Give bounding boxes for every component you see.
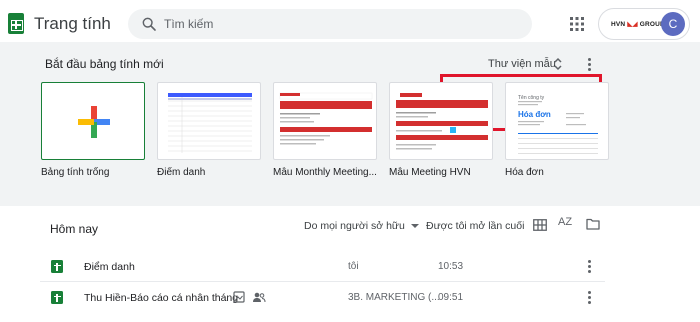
template-label: Hóa đơn	[505, 167, 544, 178]
unfold-more-icon	[554, 57, 562, 71]
more-options-icon[interactable]	[588, 291, 592, 305]
owner-filter-dropdown[interactable]: Do mọi người sở hữu	[304, 220, 419, 232]
invoice-thumb-company: Tên công ty	[518, 95, 545, 101]
monthly-meeting-preview	[279, 92, 373, 145]
meeting-hvn-preview	[396, 93, 488, 150]
search-icon[interactable]	[141, 16, 157, 32]
sheets-logo-icon[interactable]	[8, 13, 24, 34]
file-owner: 3B. MARKETING (...	[348, 292, 440, 303]
spreadsheet-file-icon	[51, 291, 63, 304]
grid-view-icon[interactable]	[533, 219, 547, 231]
owner-filter-label: Do mọi người sở hữu	[304, 220, 405, 232]
template-blank[interactable]: Bảng tính trống	[41, 82, 145, 178]
dropdown-arrow-icon	[410, 224, 419, 229]
template-gallery-label: Thư viện mẫu	[488, 58, 556, 70]
template-monthly-meeting[interactable]: Mẫu Monthly Meeting...	[273, 82, 377, 178]
file-row[interactable]: Điểm danh tôi 10:53	[0, 252, 700, 282]
template-label: Bảng tính trống	[41, 167, 110, 178]
google-apps-icon[interactable]	[569, 16, 585, 32]
file-name[interactable]: Thu Hiền-Báo cáo cá nhân tháng	[84, 292, 238, 304]
more-options-icon[interactable]	[588, 260, 592, 274]
app-title[interactable]: Trang tính	[34, 14, 111, 34]
template-thumbnail[interactable]	[157, 82, 261, 160]
template-thumbnail[interactable]: Tên công ty Hóa đơn	[505, 82, 609, 160]
file-last-opened: 10:53	[438, 261, 464, 272]
sort-az-icon[interactable]: AZ	[558, 216, 572, 228]
invoice-preview: Tên công ty Hóa đơn	[518, 95, 598, 154]
invoice-thumb-title: Hóa đơn	[518, 110, 551, 119]
row-divider	[40, 281, 605, 282]
spreadsheet-file-icon	[51, 260, 63, 273]
folder-icon[interactable]	[586, 218, 600, 230]
template-invoice[interactable]: Tên công ty Hóa đơn Hóa đơn	[505, 82, 609, 178]
plus-icon	[78, 106, 110, 138]
recent-files-header: Hôm nay Do mọi người sở hữu Được tôi mở …	[0, 206, 700, 248]
template-thumbnail[interactable]	[273, 82, 377, 160]
gallery-heading: Bắt đầu bảng tính mới	[45, 57, 164, 71]
template-label: Điểm danh	[157, 167, 206, 178]
avatar[interactable]: C	[661, 12, 685, 36]
search-input[interactable]	[164, 9, 524, 39]
sort-by-button[interactable]: Được tôi mở lần cuối	[426, 220, 524, 232]
search-bar[interactable]	[128, 9, 532, 39]
template-thumbnail[interactable]	[41, 82, 145, 160]
account-chip[interactable]: HVN ◣◢ GROUP C	[598, 8, 690, 40]
file-last-opened: 09:51	[438, 292, 464, 303]
template-label: Mẫu Monthly Meeting...	[273, 167, 377, 178]
attendance-preview	[168, 93, 252, 153]
template-thumbnail[interactable]	[389, 82, 493, 160]
template-meeting-hvn[interactable]: Mẫu Meeting HVN	[389, 82, 493, 178]
template-attendance[interactable]: Điểm danh	[157, 82, 261, 178]
org-logo: HVN ◣◢ GROUP	[611, 21, 665, 28]
image-badge-icon	[233, 291, 245, 303]
file-owner: tôi	[348, 261, 359, 272]
file-name[interactable]: Điểm danh	[84, 261, 135, 273]
file-row[interactable]: Thu Hiền-Báo cáo cá nhân tháng 3B. MARKE…	[0, 283, 700, 313]
more-options-icon[interactable]	[588, 58, 592, 72]
template-gallery: Bắt đầu bảng tính mới Thư viện mẫu Bảng …	[0, 42, 700, 206]
template-label: Mẫu Meeting HVN	[389, 167, 471, 178]
list-section-title: Hôm nay	[50, 222, 99, 236]
top-bar: Trang tính HVN ◣◢ GROUP C	[0, 0, 700, 48]
shared-people-icon	[253, 292, 266, 303]
